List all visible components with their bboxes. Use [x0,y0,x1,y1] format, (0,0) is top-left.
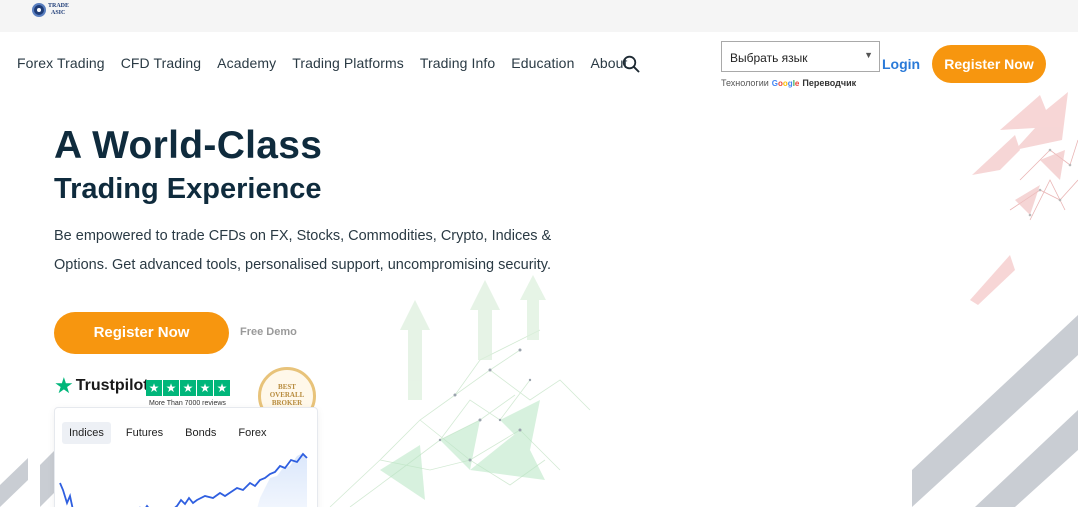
star-icon: ★ [163,380,179,396]
tab-bonds[interactable]: Bonds [178,422,223,444]
tab-indices[interactable]: Indices [62,422,111,444]
search-icon[interactable] [622,55,640,73]
star-icon: ★ [214,380,230,396]
trustpilot-rating[interactable]: ★ Trustpilot ★ ★ ★ ★ ★ [54,373,230,398]
trustpilot-stars: ★ ★ ★ ★ ★ [146,380,230,396]
markets-tabs: Indices Futures Bonds Forex [62,422,273,444]
award-line-1: BEST [278,383,296,391]
google-translate-attribution: Технологии Google Переводчик [721,78,856,88]
translator-text: Переводчик [802,78,857,88]
hero-title: A World-Class [54,124,323,167]
award-line-3: BROKER [271,399,303,407]
main-nav: Forex Trading CFD Trading Academy Tradin… [17,55,628,71]
nav-cfd-trading[interactable]: CFD Trading [121,55,201,71]
nav-forex-trading[interactable]: Forex Trading [17,55,105,71]
free-demo-link[interactable]: Free Demo [240,326,297,338]
logo-line-2: ASIC [51,10,66,16]
dropdown-arrow-icon: ▼ [864,50,873,60]
nav-trading-platforms[interactable]: Trading Platforms [292,55,404,71]
google-logo[interactable]: Google [772,79,800,88]
tab-forex[interactable]: Forex [231,422,273,444]
tab-futures[interactable]: Futures [119,422,170,444]
register-now-hero-button[interactable]: Register Now [54,312,229,354]
nav-academy[interactable]: Academy [217,55,276,71]
trustpilot-reviews: More Than 7000 reviews [149,400,226,407]
logo-text: TRADE ASIC [48,3,69,17]
logo[interactable]: TRADE ASIC [32,3,69,17]
language-select[interactable]: Выбрать язык ▼ [721,41,880,72]
trustpilot-star-icon: ★ [54,373,74,398]
powered-by-text: Технологии [721,78,769,88]
award-line-2: OVERALL [269,391,305,399]
login-link[interactable]: Login [882,56,920,72]
nav-education[interactable]: Education [511,55,574,71]
trustpilot-brand: Trustpilot [75,377,149,394]
language-select-value: Выбрать язык [730,51,808,65]
markets-widget: Indices Futures Bonds Forex [54,407,318,507]
chart-area [257,453,307,507]
register-now-header-button[interactable]: Register Now [932,45,1046,83]
hero-description: Be empowered to trade CFDs on FX, Stocks… [54,228,552,273]
top-strip: TRADE ASIC [0,0,1078,32]
hero-subtitle: Trading Experience [54,173,322,205]
globe-icon [32,3,46,17]
market-mini-chart [59,452,308,507]
star-icon: ★ [180,380,196,396]
logo-line-1: TRADE [48,3,70,9]
star-icon: ★ [146,380,162,396]
star-icon: ★ [197,380,213,396]
nav-trading-info[interactable]: Trading Info [420,55,495,71]
